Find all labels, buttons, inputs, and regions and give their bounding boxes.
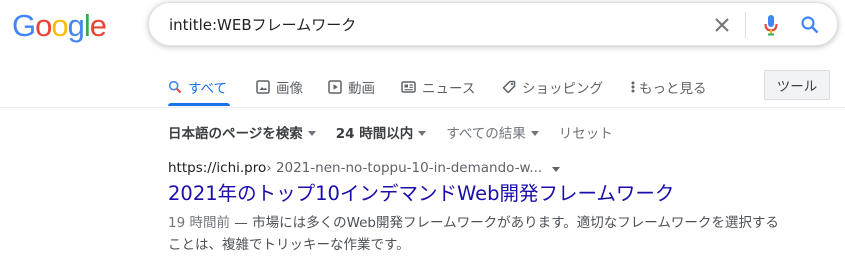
tab-label: 画像 xyxy=(276,81,303,97)
search-button[interactable] xyxy=(794,9,826,41)
tabs-divider xyxy=(0,107,845,108)
tab-news[interactable]: ニュース xyxy=(401,75,475,99)
logo-letter: g xyxy=(67,8,85,43)
logo-letter: e xyxy=(89,8,107,43)
tab-shopping[interactable]: ショッピング xyxy=(502,75,603,99)
language-filter[interactable]: 日本語のページを検索 xyxy=(168,122,316,142)
chevron-down-icon[interactable] xyxy=(552,166,561,172)
logo-letter: o xyxy=(35,8,52,43)
time-filter[interactable]: 24 時間以内 xyxy=(336,122,427,142)
search-input[interactable] xyxy=(169,3,689,45)
chevron-down-icon xyxy=(418,130,427,136)
tag-icon xyxy=(502,80,516,94)
reset-filter[interactable]: リセット xyxy=(559,122,613,142)
google-logo[interactable]: Google xyxy=(12,8,107,43)
result-date: 19 時間前 xyxy=(168,215,230,231)
result-domain: https://ichi.pro xyxy=(168,160,267,176)
result-snippet: 19 時間前 — 市場には多くのWeb開発フレームワークがあります。適切なフレー… xyxy=(168,212,783,256)
filter-label: すべての結果 xyxy=(446,126,526,142)
search-filters: 日本語のページを検索 24 時間以内 すべての結果 リセット xyxy=(168,120,633,144)
search-icon xyxy=(801,16,819,34)
news-icon xyxy=(401,81,416,93)
microphone-icon xyxy=(764,15,778,36)
filter-label: 日本語のページを検索 xyxy=(168,126,303,142)
tools-button[interactable]: ツール xyxy=(764,70,830,100)
result-title[interactable]: 2021年のトップ10インデマンドWeb開発フレームワーク xyxy=(168,181,788,207)
results-filter[interactable]: すべての結果 xyxy=(446,122,539,142)
result-path: › 2021-nen-no-toppu-10-in-demando-w... xyxy=(266,160,543,176)
more-vert-icon xyxy=(631,81,635,93)
tab-label: もっと見る xyxy=(639,81,707,97)
search-tabs: すべて 画像 動画 ニュース ショッピング もっと見る ツール xyxy=(0,60,845,106)
active-tab-indicator xyxy=(168,103,230,106)
search-icon xyxy=(168,80,182,94)
tab-label: 動画 xyxy=(348,81,375,97)
tab-videos[interactable]: 動画 xyxy=(328,75,375,99)
filter-label: リセット xyxy=(558,126,613,142)
voice-search-button[interactable] xyxy=(755,9,787,41)
image-icon xyxy=(256,80,270,94)
close-icon xyxy=(715,18,729,32)
tab-all[interactable]: すべて xyxy=(168,75,227,99)
filter-label: 24 時間以内 xyxy=(335,126,414,142)
search-box xyxy=(148,2,838,46)
result-snippet-text: — 市場には多くのWeb開発フレームワークがあります。適切なフレームワークを選択… xyxy=(168,215,779,253)
search-divider xyxy=(745,12,746,38)
video-icon xyxy=(328,80,342,94)
logo-letter: G xyxy=(12,8,36,43)
tab-images[interactable]: 画像 xyxy=(256,75,303,99)
tab-label: ニュース xyxy=(422,81,476,97)
chevron-down-icon xyxy=(307,130,316,136)
tab-more[interactable]: もっと見る xyxy=(631,75,707,99)
search-result: https://ichi.pro › 2021-nen-no-toppu-10-… xyxy=(168,158,788,256)
clear-button[interactable] xyxy=(706,9,738,41)
tab-label: ショッピング xyxy=(522,81,603,97)
tab-label: すべて xyxy=(188,81,228,97)
logo-letter: o xyxy=(51,8,68,43)
chevron-down-icon xyxy=(530,130,539,136)
result-url[interactable]: https://ichi.pro › 2021-nen-no-toppu-10-… xyxy=(168,158,788,178)
